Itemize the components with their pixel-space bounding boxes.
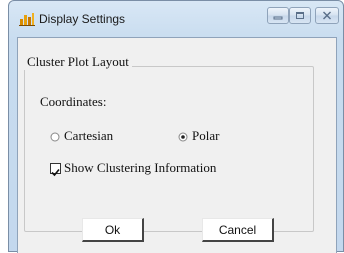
polar-radio[interactable]: [178, 132, 188, 142]
close-button[interactable]: [315, 7, 339, 24]
dialog-body: Cluster Plot Layout Coordinates: Cartesi…: [17, 37, 337, 253]
title-bar[interactable]: Display Settings: [9, 1, 343, 37]
cluster-plot-layout-group: [24, 66, 314, 232]
polar-label[interactable]: Polar: [192, 128, 219, 144]
display-settings-window: Display Settings Cluster Plot Layout Coo…: [8, 0, 344, 253]
show-clustering-checkbox[interactable]: [50, 163, 61, 177]
cartesian-label[interactable]: Cartesian: [64, 128, 113, 144]
show-clustering-label[interactable]: Show Clustering Information: [64, 160, 216, 176]
ok-button[interactable]: Ok: [82, 218, 144, 242]
close-icon: [323, 11, 331, 20]
minimize-icon: [273, 16, 283, 19]
cartesian-radio[interactable]: [50, 132, 60, 142]
maximize-icon: [296, 12, 304, 19]
app-chart-icon: [19, 12, 35, 26]
cancel-button[interactable]: Cancel: [202, 218, 274, 242]
maximize-button[interactable]: [289, 7, 311, 24]
checkmark-icon: [51, 168, 60, 177]
minimize-button[interactable]: [267, 7, 289, 24]
group-legend: Cluster Plot Layout: [24, 54, 132, 70]
coordinates-label: Coordinates:: [40, 94, 107, 109]
window-title: Display Settings: [39, 12, 126, 26]
